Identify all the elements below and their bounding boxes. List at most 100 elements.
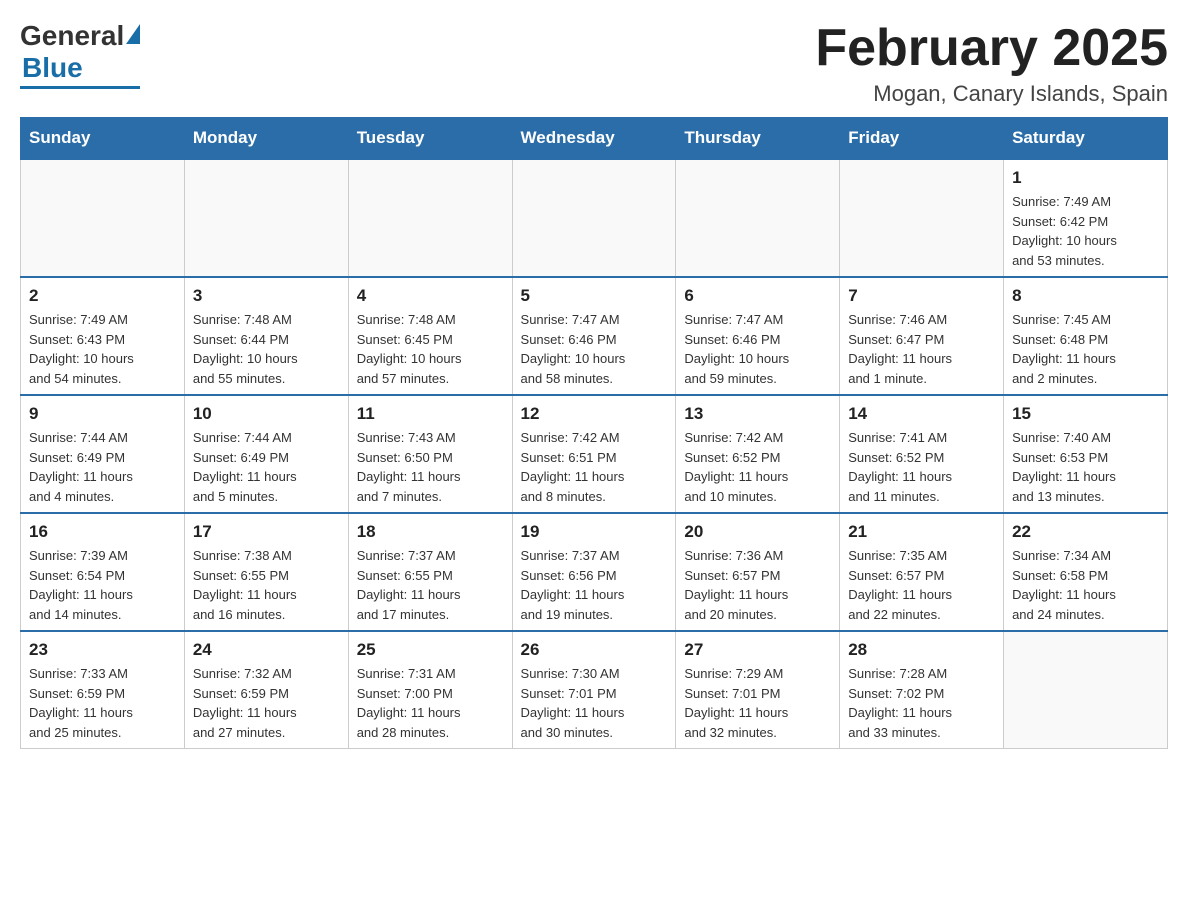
day-info: Sunrise: 7:48 AMSunset: 6:45 PMDaylight:…: [357, 310, 504, 388]
calendar-day-cell: 1 Sunrise: 7:49 AMSunset: 6:42 PMDaylight…: [1004, 159, 1168, 277]
day-number: 4: [357, 286, 504, 306]
calendar-day-cell: [184, 159, 348, 277]
logo-blue-text: Blue: [22, 52, 83, 84]
calendar-week-row: 2 Sunrise: 7:49 AMSunset: 6:43 PMDaylight…: [21, 277, 1168, 395]
day-number: 26: [521, 640, 668, 660]
day-number: 28: [848, 640, 995, 660]
calendar-day-cell: [840, 159, 1004, 277]
day-number: 27: [684, 640, 831, 660]
day-number: 21: [848, 522, 995, 542]
day-number: 1: [1012, 168, 1159, 188]
calendar-table: SundayMondayTuesdayWednesdayThursdayFrid…: [20, 117, 1168, 749]
calendar-day-cell: 14Sunrise: 7:41 AMSunset: 6:52 PMDayligh…: [840, 395, 1004, 513]
calendar-day-cell: 27Sunrise: 7:29 AMSunset: 7:01 PMDayligh…: [676, 631, 840, 749]
calendar-day-cell: 3 Sunrise: 7:48 AMSunset: 6:44 PMDaylight…: [184, 277, 348, 395]
day-number: 6: [684, 286, 831, 306]
day-number: 10: [193, 404, 340, 424]
day-number: 12: [521, 404, 668, 424]
day-info: Sunrise: 7:28 AMSunset: 7:02 PMDaylight:…: [848, 664, 995, 742]
calendar-day-cell: 12 Sunrise: 7:42 AMSunset: 6:51 PMDayligh…: [512, 395, 676, 513]
day-info: Sunrise: 7:36 AMSunset: 6:57 PMDaylight:…: [684, 546, 831, 624]
day-of-week-header: Monday: [184, 118, 348, 160]
calendar-day-cell: [348, 159, 512, 277]
day-info: Sunrise: 7:42 AMSunset: 6:51 PMDaylight:…: [521, 428, 668, 506]
logo-triangle-icon: [126, 24, 140, 44]
day-number: 24: [193, 640, 340, 660]
calendar-day-cell: 15 Sunrise: 7:40 AMSunset: 6:53 PMDayligh…: [1004, 395, 1168, 513]
calendar-day-cell: 8Sunrise: 7:45 AMSunset: 6:48 PMDaylight…: [1004, 277, 1168, 395]
day-info: Sunrise: 7:35 AMSunset: 6:57 PMDaylight:…: [848, 546, 995, 624]
day-number: 22: [1012, 522, 1159, 542]
day-info: Sunrise: 7:38 AMSunset: 6:55 PMDaylight:…: [193, 546, 340, 624]
calendar-day-cell: 23 Sunrise: 7:33 AMSunset: 6:59 PMDayligh…: [21, 631, 185, 749]
day-of-week-header: Saturday: [1004, 118, 1168, 160]
day-number: 11: [357, 404, 504, 424]
calendar-day-cell: 4 Sunrise: 7:48 AMSunset: 6:45 PMDaylight…: [348, 277, 512, 395]
day-number: 13: [684, 404, 831, 424]
logo-general-text: General: [20, 20, 124, 52]
calendar-day-cell: 18Sunrise: 7:37 AMSunset: 6:55 PMDayligh…: [348, 513, 512, 631]
calendar-day-cell: 2 Sunrise: 7:49 AMSunset: 6:43 PMDaylight…: [21, 277, 185, 395]
calendar-day-cell: 20 Sunrise: 7:36 AMSunset: 6:57 PMDayligh…: [676, 513, 840, 631]
calendar-day-cell: 17Sunrise: 7:38 AMSunset: 6:55 PMDayligh…: [184, 513, 348, 631]
calendar-week-row: 23 Sunrise: 7:33 AMSunset: 6:59 PMDayligh…: [21, 631, 1168, 749]
day-info: Sunrise: 7:32 AMSunset: 6:59 PMDaylight:…: [193, 664, 340, 742]
calendar-day-cell: 6 Sunrise: 7:47 AMSunset: 6:46 PMDaylight…: [676, 277, 840, 395]
calendar-week-row: 9 Sunrise: 7:44 AMSunset: 6:49 PMDaylight…: [21, 395, 1168, 513]
calendar-day-cell: 21 Sunrise: 7:35 AMSunset: 6:57 PMDayligh…: [840, 513, 1004, 631]
day-of-week-header: Tuesday: [348, 118, 512, 160]
day-number: 19: [521, 522, 668, 542]
day-info: Sunrise: 7:44 AMSunset: 6:49 PMDaylight:…: [193, 428, 340, 506]
day-info: Sunrise: 7:39 AMSunset: 6:54 PMDaylight:…: [29, 546, 176, 624]
calendar-day-cell: 11 Sunrise: 7:43 AMSunset: 6:50 PMDayligh…: [348, 395, 512, 513]
month-title: February 2025: [815, 20, 1168, 77]
calendar-day-cell: 19 Sunrise: 7:37 AMSunset: 6:56 PMDayligh…: [512, 513, 676, 631]
day-number: 25: [357, 640, 504, 660]
day-number: 23: [29, 640, 176, 660]
day-info: Sunrise: 7:47 AMSunset: 6:46 PMDaylight:…: [684, 310, 831, 388]
calendar-day-cell: 26 Sunrise: 7:30 AMSunset: 7:01 PMDayligh…: [512, 631, 676, 749]
day-info: Sunrise: 7:49 AMSunset: 6:42 PMDaylight:…: [1012, 192, 1159, 270]
day-info: Sunrise: 7:46 AMSunset: 6:47 PMDaylight:…: [848, 310, 995, 388]
calendar-day-cell: [676, 159, 840, 277]
logo-underline: [20, 86, 140, 89]
day-info: Sunrise: 7:37 AMSunset: 6:56 PMDaylight:…: [521, 546, 668, 624]
day-info: Sunrise: 7:43 AMSunset: 6:50 PMDaylight:…: [357, 428, 504, 506]
calendar-day-cell: 5Sunrise: 7:47 AMSunset: 6:46 PMDaylight…: [512, 277, 676, 395]
day-number: 9: [29, 404, 176, 424]
title-section: February 2025 Mogan, Canary Islands, Spa…: [815, 20, 1168, 107]
calendar-day-cell: 22 Sunrise: 7:34 AMSunset: 6:58 PMDayligh…: [1004, 513, 1168, 631]
day-info: Sunrise: 7:45 AMSunset: 6:48 PMDaylight:…: [1012, 310, 1159, 388]
calendar-day-cell: [512, 159, 676, 277]
calendar-week-row: 16 Sunrise: 7:39 AMSunset: 6:54 PMDayligh…: [21, 513, 1168, 631]
calendar-day-cell: [21, 159, 185, 277]
day-number: 14: [848, 404, 995, 424]
calendar-day-cell: 9Sunrise: 7:44 AMSunset: 6:49 PMDaylight…: [21, 395, 185, 513]
calendar-day-cell: 28 Sunrise: 7:28 AMSunset: 7:02 PMDayligh…: [840, 631, 1004, 749]
day-info: Sunrise: 7:33 AMSunset: 6:59 PMDaylight:…: [29, 664, 176, 742]
day-number: 18: [357, 522, 504, 542]
day-number: 16: [29, 522, 176, 542]
day-number: 3: [193, 286, 340, 306]
calendar-day-cell: [1004, 631, 1168, 749]
day-info: Sunrise: 7:48 AMSunset: 6:44 PMDaylight:…: [193, 310, 340, 388]
day-of-week-header: Sunday: [21, 118, 185, 160]
day-number: 7: [848, 286, 995, 306]
day-info: Sunrise: 7:31 AMSunset: 7:00 PMDaylight:…: [357, 664, 504, 742]
day-info: Sunrise: 7:34 AMSunset: 6:58 PMDaylight:…: [1012, 546, 1159, 624]
calendar-day-cell: 24 Sunrise: 7:32 AMSunset: 6:59 PMDayligh…: [184, 631, 348, 749]
calendar-header-row: SundayMondayTuesdayWednesdayThursdayFrid…: [21, 118, 1168, 160]
day-info: Sunrise: 7:30 AMSunset: 7:01 PMDaylight:…: [521, 664, 668, 742]
calendar-day-cell: 25 Sunrise: 7:31 AMSunset: 7:00 PMDayligh…: [348, 631, 512, 749]
calendar-week-row: 1 Sunrise: 7:49 AMSunset: 6:42 PMDaylight…: [21, 159, 1168, 277]
day-number: 2: [29, 286, 176, 306]
calendar-day-cell: 7 Sunrise: 7:46 AMSunset: 6:47 PMDaylight…: [840, 277, 1004, 395]
day-info: Sunrise: 7:49 AMSunset: 6:43 PMDaylight:…: [29, 310, 176, 388]
logo: General Blue: [20, 20, 140, 89]
day-number: 20: [684, 522, 831, 542]
page-header: General Blue February 2025 Mogan, Canary…: [20, 20, 1168, 107]
day-of-week-header: Thursday: [676, 118, 840, 160]
day-info: Sunrise: 7:40 AMSunset: 6:53 PMDaylight:…: [1012, 428, 1159, 506]
day-of-week-header: Friday: [840, 118, 1004, 160]
day-number: 15: [1012, 404, 1159, 424]
